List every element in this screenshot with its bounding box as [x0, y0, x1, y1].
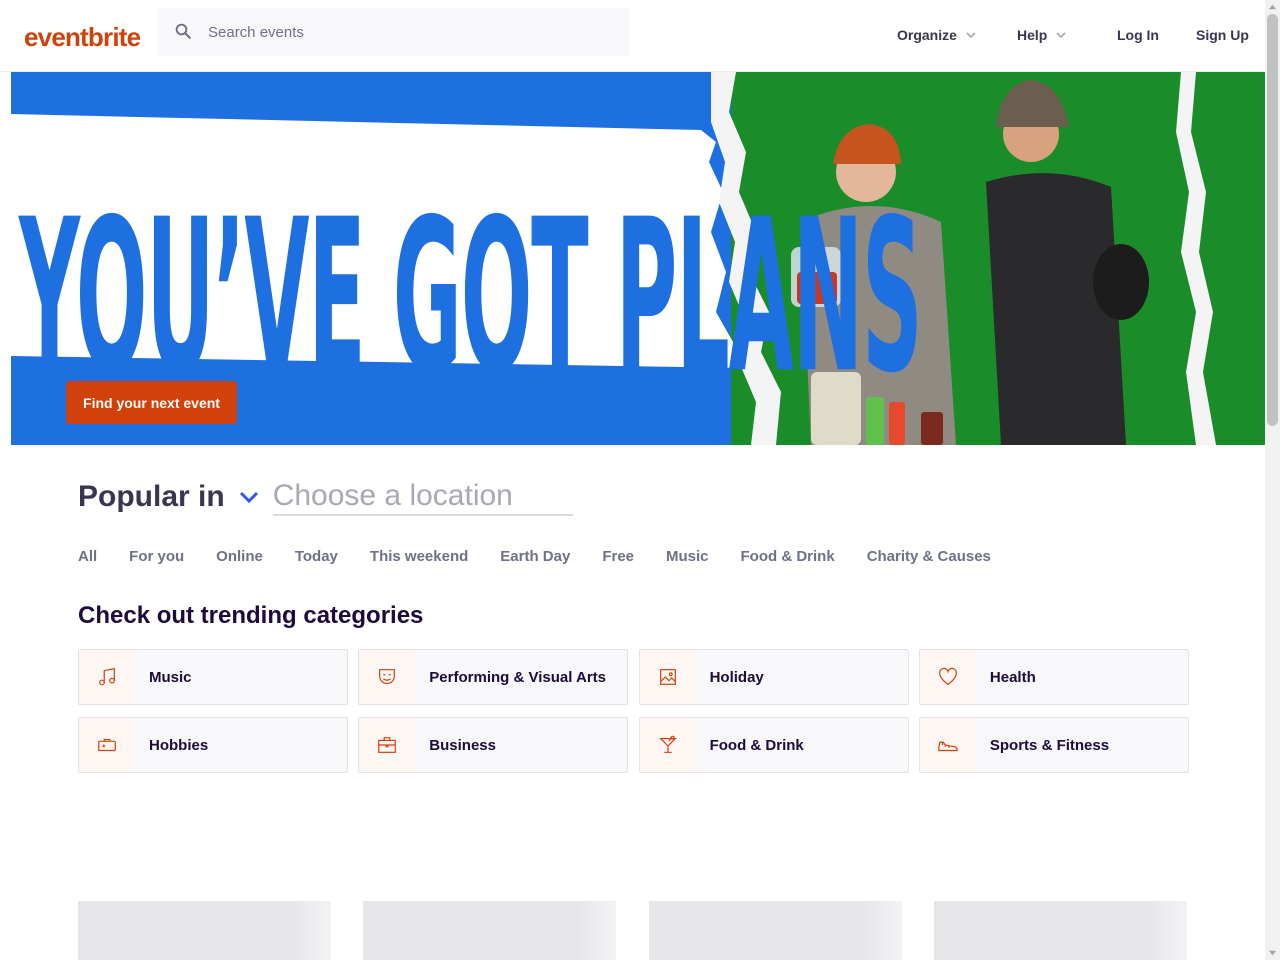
top-nav-bar: eventbrite Organize Help Log In Sign Up [0, 0, 1265, 72]
page-scrollbar[interactable] [1265, 0, 1280, 960]
heart-icon [938, 667, 957, 686]
event-card-skeleton [78, 901, 331, 960]
tab-for-you[interactable]: For you [129, 548, 184, 565]
category-label: Health [989, 668, 1036, 686]
category-grid: Music Performing & Visual Arts Holiday H… [78, 649, 1189, 773]
login-link[interactable]: Log In [1117, 27, 1159, 43]
chevron-down-icon [1056, 32, 1066, 39]
tab-food-drink[interactable]: Food & Drink [741, 548, 835, 565]
cocktail-icon [658, 735, 677, 753]
theater-mask-icon [379, 669, 396, 684]
hero-banner: YOU’VE GOT PLANS Find your next event [11, 72, 1265, 445]
event-card-skeleton [934, 901, 1187, 960]
trending-categories-title: Check out trending categories [78, 602, 424, 629]
eventbrite-logo[interactable]: eventbrite [24, 22, 141, 53]
category-label: Holiday [709, 668, 764, 686]
event-card-skeleton [363, 901, 616, 960]
category-label: Business [429, 736, 496, 754]
category-label: Food & Drink [709, 736, 804, 754]
sneaker-icon [938, 741, 958, 752]
category-card-food-drink[interactable]: Food & Drink [638, 717, 909, 773]
tab-charity-causes[interactable]: Charity & Causes [867, 548, 991, 565]
category-card-performing-visual-arts[interactable]: Performing & Visual Arts [358, 649, 629, 705]
category-card-music[interactable]: Music [78, 649, 348, 705]
popular-in-label: Popular in [78, 480, 225, 513]
tab-online[interactable]: Online [216, 548, 263, 565]
category-label: Music [149, 668, 192, 686]
search-input[interactable] [208, 8, 608, 56]
scrollbar-thumb[interactable] [1267, 14, 1278, 426]
search-icon [175, 23, 191, 39]
event-filter-tabs: All For you Online Today This weekend Ea… [78, 548, 991, 565]
category-card-hobbies[interactable]: Hobbies [78, 717, 348, 773]
category-card-sports-fitness[interactable]: Sports & Fitness [918, 717, 1189, 773]
organize-menu[interactable]: Organize [897, 27, 977, 43]
tab-earth-day[interactable]: Earth Day [500, 548, 570, 565]
help-menu[interactable]: Help [1017, 27, 1067, 43]
tab-music[interactable]: Music [666, 548, 709, 565]
category-label: Sports & Fitness [989, 736, 1110, 754]
scroll-up-arrow-icon[interactable] [1268, 3, 1277, 12]
location-input[interactable] [272, 478, 573, 516]
tab-this-weekend[interactable]: This weekend [370, 548, 468, 565]
chevron-down-icon [966, 32, 976, 39]
category-card-business[interactable]: Business [358, 717, 629, 773]
category-card-holiday[interactable]: Holiday [638, 649, 909, 705]
help-label: Help [1017, 27, 1048, 43]
briefcase-icon [378, 737, 397, 753]
category-card-health[interactable]: Health [918, 649, 1189, 705]
signup-link[interactable]: Sign Up [1196, 27, 1249, 43]
chevron-down-icon[interactable] [237, 485, 261, 509]
music-note-icon [99, 668, 115, 686]
tab-all[interactable]: All [78, 548, 97, 565]
picture-icon [659, 669, 676, 685]
find-next-event-button[interactable]: Find your next event [66, 381, 237, 424]
tab-today[interactable]: Today [295, 548, 338, 565]
search-bar[interactable] [158, 8, 630, 56]
organize-label: Organize [897, 27, 957, 43]
category-label: Performing & Visual Arts [429, 668, 607, 686]
event-card-skeleton [649, 901, 902, 960]
category-label: Hobbies [149, 736, 209, 754]
location-picker: Popular in [78, 478, 573, 516]
tab-free[interactable]: Free [602, 548, 634, 565]
game-console-icon [98, 738, 116, 752]
event-cards-loading [78, 901, 1189, 960]
scroll-down-arrow-icon[interactable] [1268, 948, 1277, 957]
